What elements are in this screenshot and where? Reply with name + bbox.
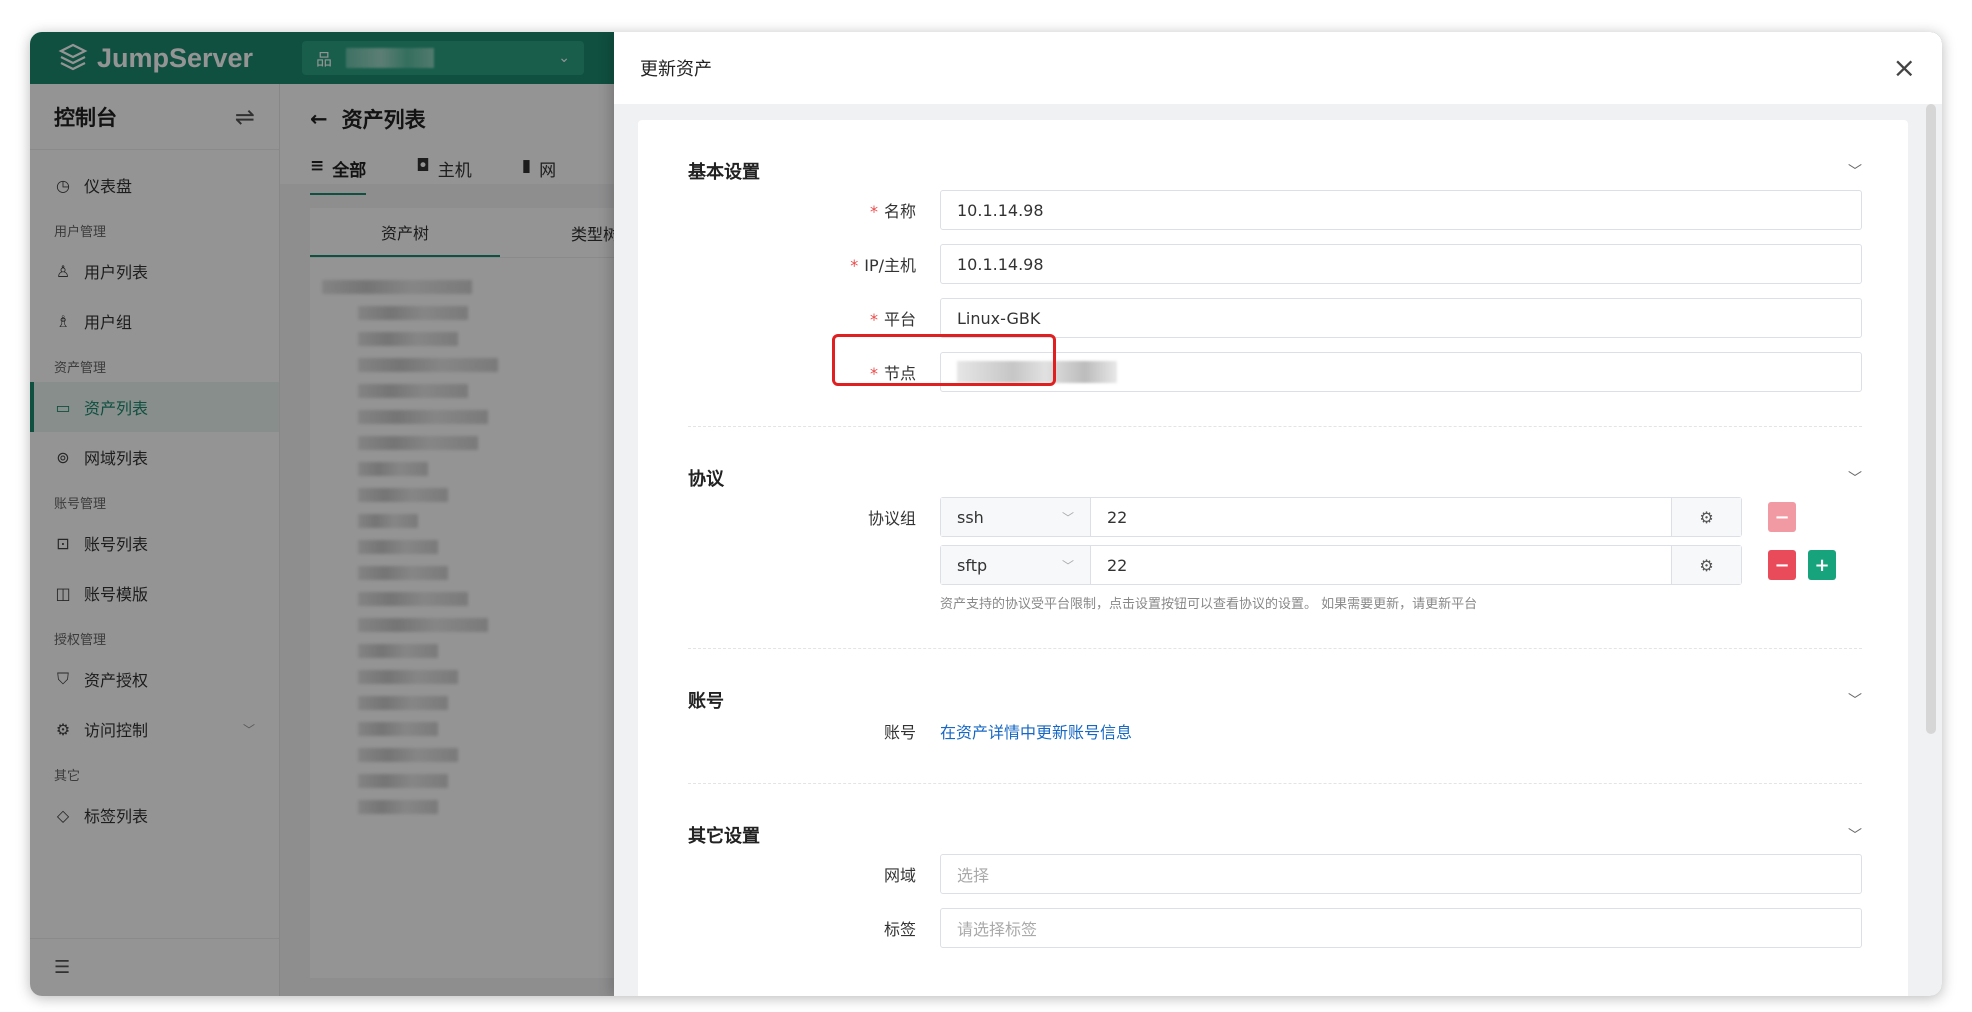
section-account: 账号 ﹀ 账号 在资产详情中更新账号信息 [688,649,1862,784]
update-asset-drawer: 更新资产 × 基本设置 ﹀ * 名称 10.1.14.98 * IP/主机 10.1… [614,32,1942,996]
form-row-domain: 网域 选择 [688,854,1862,894]
protocol-row-actions: − [1742,502,1862,532]
protocol-value: sftp [957,555,988,575]
protocol-input-group: ssh ﹀ 22 ⚙ [940,497,1742,537]
port-input[interactable]: 22 [1091,498,1671,536]
section-title: 协议 [688,469,724,490]
form-row-ip: * IP/主机 10.1.14.98 [688,244,1862,284]
protocol-value: ssh [957,507,984,527]
required-mark: * [850,256,859,275]
port-input[interactable]: 22 [1091,546,1671,584]
section-title: 基本设置 [688,162,760,183]
domain-label: 网域 [883,866,916,885]
app-window: JumpServer 品 ⌄ 控制台 ⇌ ◷ 仪表盘 用户管理 ♙ 用户列表 ♗… [30,32,1942,996]
chevron-down-icon: ﹀ [1848,164,1862,180]
domain-select[interactable]: 选择 [940,854,1862,894]
section-header[interactable]: 协议 ﹀ [688,427,1862,497]
settings-gear-icon[interactable]: ⚙ [1671,498,1741,536]
asset-form: 基本设置 ﹀ * 名称 10.1.14.98 * IP/主机 10.1.14.98 … [638,120,1908,996]
platform-input[interactable]: Linux-GBK [940,298,1862,338]
drawer-header: 更新资产 × [614,32,1942,104]
section-other: 其它设置 ﹀ 网域 选择 标签 请选择标签 [688,784,1862,948]
tags-select[interactable]: 请选择标签 [940,908,1862,948]
form-label: * 名称 [688,198,940,222]
section-header[interactable]: 账号 ﹀ [688,649,1862,719]
section-title: 账号 [688,691,724,712]
protocol-group-label: 协议组 [867,509,916,528]
form-row-tags: 标签 请选择标签 [688,908,1862,948]
section-header[interactable]: 基本设置 ﹀ [688,120,1862,190]
form-row-platform: * 平台 Linux-GBK [688,298,1862,338]
update-account-link[interactable]: 在资产详情中更新账号信息 [940,719,1132,743]
add-protocol-button[interactable]: + [1808,550,1836,580]
protocol-select[interactable]: sftp ﹀ [941,546,1091,584]
protocol-input-group: sftp ﹀ 22 ⚙ [940,545,1742,585]
form-label: * 平台 [688,306,940,330]
platform-highlight-box [832,334,1056,386]
form-label: * IP/主机 [688,252,940,276]
ip-input[interactable]: 10.1.14.98 [940,244,1862,284]
tags-label: 标签 [883,920,916,939]
protocol-row-actions: − + [1742,550,1862,580]
section-header[interactable]: 其它设置 ﹀ [688,784,1862,854]
protocol-row: 协议组 ssh ﹀ 22 ⚙ − [688,497,1862,537]
protocol-row: sftp ﹀ 22 ⚙ − + [688,545,1862,585]
section-protocol: 协议 ﹀ 协议组 ssh ﹀ 22 ⚙ − sftp ﹀ 22 ⚙ − + 资产… [688,427,1862,649]
section-title: 其它设置 [688,826,760,847]
name-input[interactable]: 10.1.14.98 [940,190,1862,230]
name-label: 名称 [883,202,916,221]
close-icon[interactable]: × [1893,54,1916,82]
node-select[interactable] [940,352,1862,392]
required-mark: * [869,310,878,329]
settings-gear-icon[interactable]: ⚙ [1671,546,1741,584]
scrollbar[interactable] [1926,104,1936,734]
drawer-title: 更新资产 [640,59,712,80]
chevron-down-icon: ﹀ [1061,510,1074,525]
remove-protocol-button[interactable]: − [1768,502,1796,532]
form-row-name: * 名称 10.1.14.98 [688,190,1862,230]
remove-protocol-button[interactable]: − [1768,550,1796,580]
account-label: 账号 [883,723,916,742]
chevron-down-icon: ﹀ [1848,471,1862,487]
required-mark: * [869,202,878,221]
chevron-down-icon: ﹀ [1848,828,1862,844]
protocol-hint-text: 资产支持的协议受平台限制，点击设置按钮可以查看协议的设置。 如果需要更新，请更新… [940,597,1478,612]
chevron-down-icon: ﹀ [1848,693,1862,709]
protocol-select[interactable]: ssh ﹀ [941,498,1091,536]
form-row-account: 账号 在资产详情中更新账号信息 [688,719,1862,743]
chevron-down-icon: ﹀ [1061,558,1074,573]
platform-label: 平台 [883,310,916,329]
ip-label: IP/主机 [864,256,916,275]
